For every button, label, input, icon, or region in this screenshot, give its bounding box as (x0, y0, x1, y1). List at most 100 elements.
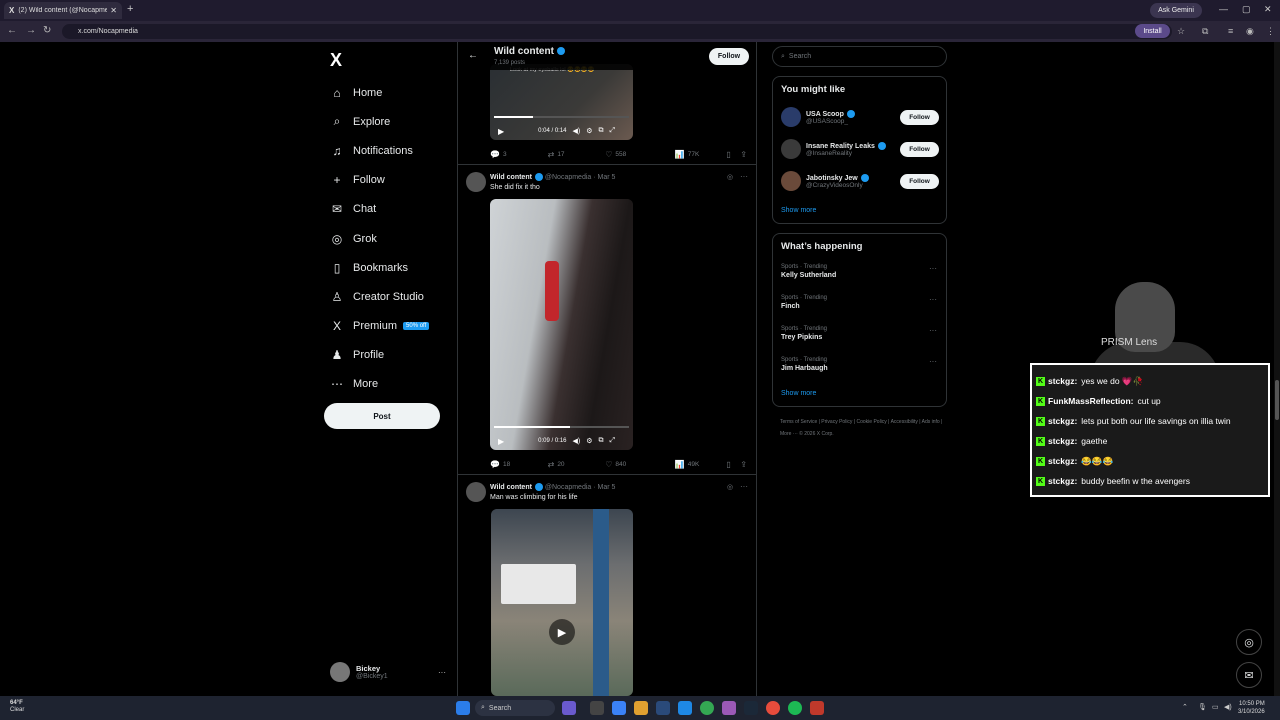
tweet-handle[interactable]: @Nocapmedia (545, 174, 591, 181)
grok-floating-button[interactable]: ◎ (1236, 629, 1262, 655)
trend-more-icon[interactable]: ··· (929, 264, 937, 273)
like-button[interactable]: ♡ 558 (605, 150, 675, 159)
trend-item[interactable]: Sports · Trending Trey Pipkins (781, 326, 827, 341)
settings-icon[interactable]: ≡ (1228, 26, 1233, 36)
trend-item[interactable]: Sports · Trending Jim Harbaugh (781, 357, 828, 372)
app-icon[interactable] (810, 701, 824, 715)
taskbar-search[interactable]: ⌕ Search (475, 700, 555, 716)
bookmark-button[interactable]: ▯ (726, 460, 740, 469)
show-more-link[interactable]: Show more (781, 207, 816, 214)
ask-gemini-button[interactable]: Ask Gemini (1150, 3, 1202, 18)
scrollbar[interactable] (1274, 42, 1280, 696)
reply-button[interactable]: 💬 18 (490, 460, 548, 469)
sidebar-item-explore[interactable]: ⌕ Explore (330, 107, 429, 136)
settings-icon[interactable]: ⚙ (586, 437, 592, 445)
search-input[interactable]: ⌕ Search (772, 46, 947, 67)
share-button[interactable]: ⇪ (740, 150, 750, 159)
fullscreen-icon[interactable]: ⤢ (610, 437, 616, 445)
tweet-video[interactable]: ▶ 0:09 / 0:16 ◀) ⚙ ⧉ ⤢ (490, 199, 633, 450)
browser-tab[interactable]: X (2) Wild content (@Nocapmedia) / X ✕ (4, 2, 122, 19)
start-icon[interactable] (456, 701, 470, 715)
views-button[interactable]: 📊 49K (675, 460, 727, 469)
pip-icon[interactable]: ⧉ (599, 127, 604, 135)
trend-more-icon[interactable]: ··· (929, 357, 937, 366)
like-button[interactable]: ♡ 840 (605, 460, 675, 469)
steam-icon[interactable] (744, 701, 758, 715)
trend-more-icon[interactable]: ··· (929, 326, 937, 335)
tweet-handle[interactable]: @Nocapmedia (545, 484, 591, 491)
volume-icon[interactable]: ◀) (573, 127, 581, 135)
back-arrow-icon[interactable]: ← (468, 50, 478, 61)
sidebar-item-notifications[interactable]: ♫ Notifications (330, 136, 429, 165)
task-view-icon[interactable] (590, 701, 604, 715)
file-explorer-icon[interactable] (634, 701, 648, 715)
spotify-icon[interactable] (788, 701, 802, 715)
tweet-author[interactable]: Wild content (490, 174, 532, 181)
footer-links[interactable]: Terms of Service | Privacy Policy | Cook… (780, 416, 950, 440)
settings-icon[interactable]: ⚙ (586, 127, 592, 135)
play-icon[interactable]: ▶ (498, 437, 504, 446)
tweet-author[interactable]: Wild content (490, 484, 532, 491)
sidebar-item-follow[interactable]: + Follow (330, 166, 429, 195)
repost-button[interactable]: ⇄ 17 (548, 150, 606, 159)
follow-button[interactable]: Follow (900, 110, 939, 125)
install-button[interactable]: Install (1135, 24, 1170, 38)
avatar[interactable] (466, 172, 486, 192)
post-button[interactable]: Post (324, 403, 440, 429)
video-progress[interactable] (494, 426, 629, 428)
account-more-icon[interactable]: ··· (438, 668, 446, 677)
sidebar-item-creator-studio[interactable]: ♙ Creator Studio (330, 282, 429, 311)
network-icon[interactable]: ▭ (1212, 703, 1219, 711)
avatar[interactable] (466, 482, 486, 502)
messages-floating-button[interactable]: ✉ (1236, 662, 1262, 688)
sidebar-item-more[interactable]: ⋯ More (330, 370, 429, 399)
repost-button[interactable]: ⇄ 20 (548, 460, 606, 469)
volume-icon[interactable]: ◀) (1224, 703, 1232, 711)
system-clock[interactable]: 10:50 PM 3/10/2026 (1238, 700, 1265, 716)
play-icon[interactable]: ▶ (549, 619, 575, 645)
tweet-more-icon[interactable]: ··· (740, 482, 748, 491)
follow-button[interactable]: Follow (900, 174, 939, 189)
fullscreen-icon[interactable]: ⤢ (610, 127, 616, 135)
trend-more-icon[interactable]: ··· (929, 295, 937, 304)
mic-icon[interactable]: 🎙 (1198, 703, 1207, 711)
trend-item[interactable]: Sports · Trending Finch (781, 295, 827, 310)
sidebar-item-home[interactable]: ⌂ Home (330, 78, 429, 107)
tweet-video[interactable]: Look at my eyeballs lol 😂😂😂😂 ▶ 0:04 / 0:… (490, 64, 633, 140)
show-more-link[interactable]: Show more (781, 390, 816, 397)
tab-close-icon[interactable]: ✕ (110, 6, 117, 15)
share-button[interactable]: ⇪ (740, 460, 750, 469)
grok-explain-icon[interactable]: ◎ (727, 483, 733, 491)
account-switcher[interactable]: Bickey @Bickey1 (330, 662, 388, 682)
grok-explain-icon[interactable]: ◎ (727, 173, 733, 181)
play-icon[interactable]: ▶ (498, 127, 504, 136)
reply-button[interactable]: 💬 3 (490, 150, 548, 159)
new-tab-button[interactable]: + (127, 3, 133, 15)
app-icon[interactable] (656, 701, 670, 715)
forward-icon[interactable]: → (26, 25, 36, 36)
minimize-icon[interactable]: — (1219, 4, 1228, 14)
tray-chevron-icon[interactable]: ⌃ (1182, 703, 1188, 711)
app-icon[interactable] (766, 701, 780, 715)
sidebar-item-chat[interactable]: ✉ Chat (330, 195, 429, 224)
tweet-more-icon[interactable]: ··· (740, 172, 748, 181)
sidebar-item-bookmarks[interactable]: ▯ Bookmarks (330, 253, 429, 282)
close-window-icon[interactable]: ✕ (1264, 4, 1272, 15)
pip-icon[interactable]: ⧉ (599, 437, 604, 445)
views-button[interactable]: 📊 77K (675, 150, 727, 159)
chrome-icon[interactable] (700, 701, 714, 715)
bookmark-star-icon[interactable]: ☆ (1177, 26, 1185, 37)
extension-icon[interactable]: ⧉ (1202, 26, 1208, 37)
trend-item[interactable]: Sports · Trending Kelly Sutherland (781, 264, 836, 279)
back-icon[interactable]: ← (7, 25, 17, 36)
sidebar-item-grok[interactable]: ◎ Grok (330, 224, 429, 253)
tweet-date[interactable]: Mar 5 (598, 484, 616, 491)
video-progress[interactable] (494, 116, 629, 118)
tweet-video[interactable]: ▶ (491, 509, 633, 696)
sidebar-item-profile[interactable]: ♟ Profile (330, 341, 429, 370)
x-logo-icon[interactable]: X (330, 50, 342, 71)
profile-icon[interactable]: ◉ (1246, 26, 1254, 37)
scrollbar-thumb[interactable] (1275, 380, 1279, 420)
reload-icon[interactable]: ↻ (43, 25, 51, 36)
app-icon[interactable] (562, 701, 576, 715)
